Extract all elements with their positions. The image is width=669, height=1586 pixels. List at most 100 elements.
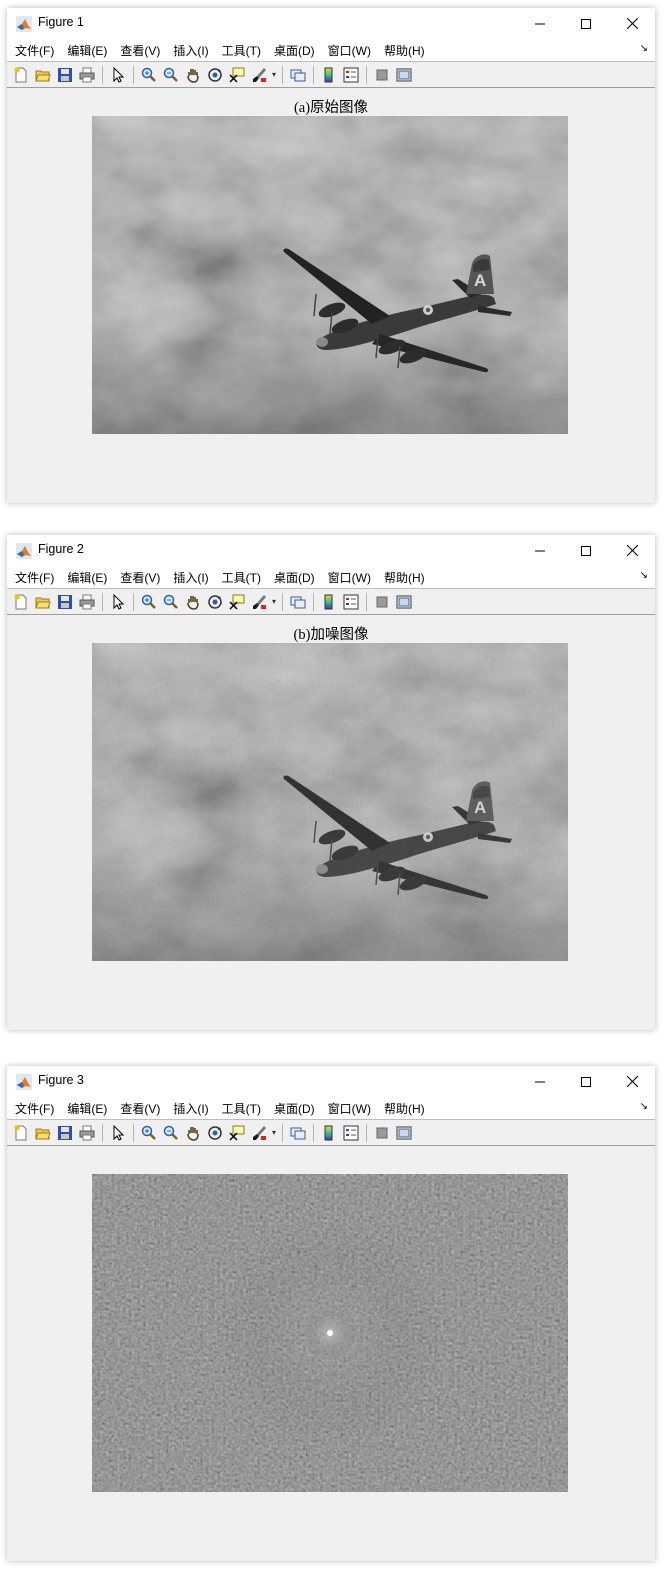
open-file-icon[interactable] — [32, 64, 54, 86]
menu-edit[interactable]: 编辑(E) — [67, 1100, 107, 1117]
menu-overflow-arrow-icon[interactable]: ↘ — [640, 43, 648, 54]
save-icon[interactable] — [54, 1122, 76, 1144]
menu-window[interactable]: 窗口(W) — [328, 569, 371, 586]
open-file-icon[interactable] — [32, 1122, 54, 1144]
legend-icon[interactable] — [340, 64, 362, 86]
colorbar-icon[interactable] — [318, 64, 340, 86]
brush-icon[interactable] — [248, 591, 270, 613]
maximize-button[interactable] — [563, 8, 609, 39]
save-icon[interactable] — [54, 64, 76, 86]
maximize-icon — [581, 18, 591, 29]
brush-dropdown-icon[interactable]: ▾ — [270, 1128, 278, 1137]
menu-file[interactable]: 文件(F) — [15, 1100, 54, 1117]
menu-view[interactable]: 查看(V) — [120, 1100, 160, 1117]
new-figure-icon[interactable] — [10, 591, 32, 613]
menu-insert[interactable]: 插入(I) — [173, 1100, 208, 1117]
link-plot-icon[interactable] — [287, 1122, 309, 1144]
hide-plot-tools-icon[interactable] — [371, 1122, 393, 1144]
brush-icon[interactable] — [248, 1122, 270, 1144]
zoom-out-icon[interactable] — [160, 1122, 182, 1144]
link-plot-icon[interactable] — [287, 591, 309, 613]
print-icon[interactable] — [76, 591, 98, 613]
select-arrow-icon[interactable] — [107, 64, 129, 86]
menu-tools[interactable]: 工具(T) — [222, 42, 261, 59]
menu-desktop[interactable]: 桌面(D) — [274, 42, 315, 59]
menu-tools[interactable]: 工具(T) — [222, 569, 261, 586]
show-plot-tools-icon[interactable] — [393, 1122, 415, 1144]
new-figure-icon[interactable] — [10, 64, 32, 86]
minimize-button[interactable] — [517, 1066, 563, 1097]
figure-window-2: Figure 2 文件(F) 编辑(E) 查看(V) 插入(I) 工具(T) 桌… — [7, 535, 655, 1030]
print-icon[interactable] — [76, 64, 98, 86]
pan-hand-icon[interactable] — [182, 1122, 204, 1144]
data-cursor-icon[interactable] — [226, 1122, 248, 1144]
close-button[interactable] — [609, 535, 655, 566]
zoom-out-icon[interactable] — [160, 64, 182, 86]
legend-icon[interactable] — [340, 591, 362, 613]
menu-edit[interactable]: 编辑(E) — [67, 569, 107, 586]
image-axes[interactable] — [92, 643, 568, 961]
rotate-3d-icon[interactable] — [204, 591, 226, 613]
maximize-button[interactable] — [563, 1066, 609, 1097]
image-axes[interactable] — [92, 1174, 568, 1492]
menu-view[interactable]: 查看(V) — [120, 569, 160, 586]
close-button[interactable] — [609, 1066, 655, 1097]
figure-canvas[interactable]: (a)原始图像 — [7, 88, 655, 480]
menu-desktop[interactable]: 桌面(D) — [274, 569, 315, 586]
data-cursor-icon[interactable] — [226, 64, 248, 86]
save-icon[interactable] — [54, 591, 76, 613]
figure-canvas[interactable]: (b)加噪图像 — [7, 615, 655, 1007]
link-plot-icon[interactable] — [287, 64, 309, 86]
menu-help[interactable]: 帮助(H) — [384, 569, 425, 586]
menu-help[interactable]: 帮助(H) — [384, 42, 425, 59]
colorbar-icon[interactable] — [318, 1122, 340, 1144]
data-cursor-icon[interactable] — [226, 591, 248, 613]
colorbar-icon[interactable] — [318, 591, 340, 613]
rotate-3d-icon[interactable] — [204, 1122, 226, 1144]
hide-plot-tools-icon[interactable] — [371, 591, 393, 613]
zoom-out-icon[interactable] — [160, 591, 182, 613]
figure-canvas[interactable] — [7, 1146, 655, 1538]
menu-window[interactable]: 窗口(W) — [328, 1100, 371, 1117]
menu-edit[interactable]: 编辑(E) — [67, 42, 107, 59]
pan-hand-icon[interactable] — [182, 591, 204, 613]
figure-window-1: Figure 1 文件(F) 编辑(E) 查看(V) 插入(I) 工具(T) 桌… — [7, 8, 655, 503]
brush-dropdown-icon[interactable]: ▾ — [270, 597, 278, 606]
select-arrow-icon[interactable] — [107, 591, 129, 613]
brush-icon[interactable] — [248, 64, 270, 86]
legend-icon[interactable] — [340, 1122, 362, 1144]
menu-desktop[interactable]: 桌面(D) — [274, 1100, 315, 1117]
zoom-in-icon[interactable] — [138, 64, 160, 86]
zoom-in-icon[interactable] — [138, 591, 160, 613]
new-figure-icon[interactable] — [10, 1122, 32, 1144]
minimize-button[interactable] — [517, 535, 563, 566]
menu-overflow-arrow-icon[interactable]: ↘ — [640, 570, 648, 581]
zoom-in-icon[interactable] — [138, 1122, 160, 1144]
toolbar-separator — [282, 65, 283, 84]
show-plot-tools-icon[interactable] — [393, 591, 415, 613]
menu-file[interactable]: 文件(F) — [15, 42, 54, 59]
title-bar[interactable]: Figure 1 — [7, 8, 655, 39]
show-plot-tools-icon[interactable] — [393, 64, 415, 86]
maximize-button[interactable] — [563, 535, 609, 566]
select-arrow-icon[interactable] — [107, 1122, 129, 1144]
brush-dropdown-icon[interactable]: ▾ — [270, 70, 278, 79]
rotate-3d-icon[interactable] — [204, 64, 226, 86]
title-bar[interactable]: Figure 2 — [7, 535, 655, 566]
image-axes[interactable] — [92, 116, 568, 434]
hide-plot-tools-icon[interactable] — [371, 64, 393, 86]
menu-insert[interactable]: 插入(I) — [173, 42, 208, 59]
menu-window[interactable]: 窗口(W) — [328, 42, 371, 59]
close-button[interactable] — [609, 8, 655, 39]
menu-insert[interactable]: 插入(I) — [173, 569, 208, 586]
open-file-icon[interactable] — [32, 591, 54, 613]
minimize-button[interactable] — [517, 8, 563, 39]
menu-help[interactable]: 帮助(H) — [384, 1100, 425, 1117]
menu-view[interactable]: 查看(V) — [120, 42, 160, 59]
title-bar[interactable]: Figure 3 — [7, 1066, 655, 1097]
print-icon[interactable] — [76, 1122, 98, 1144]
menu-file[interactable]: 文件(F) — [15, 569, 54, 586]
menu-tools[interactable]: 工具(T) — [222, 1100, 261, 1117]
pan-hand-icon[interactable] — [182, 64, 204, 86]
menu-overflow-arrow-icon[interactable]: ↘ — [640, 1101, 648, 1112]
